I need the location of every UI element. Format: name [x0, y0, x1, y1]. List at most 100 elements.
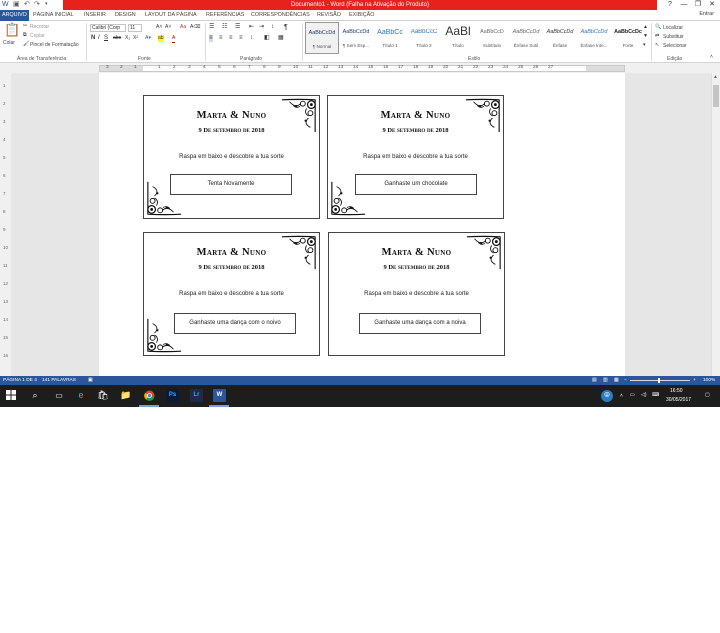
prize-box[interactable]: Ganhaste um chocolate — [355, 174, 477, 195]
restore-button[interactable]: ❐ — [691, 0, 705, 10]
multilevel-list-icon[interactable]: ☰ — [235, 24, 240, 31]
styles-scroll-down-icon[interactable]: ▼ — [643, 33, 648, 40]
format-painter-button[interactable]: Pincel de Formatação — [30, 42, 79, 48]
vertical-scrollbar[interactable]: ▲ — [711, 73, 720, 376]
select-icon[interactable]: ↖ — [655, 42, 659, 49]
italic-icon[interactable]: I — [98, 35, 100, 42]
bold-icon[interactable]: N — [91, 35, 95, 42]
style-title[interactable]: AaBl Título — [441, 22, 475, 54]
scratch-card[interactable]: Marta & Nuno 9 De setembro de 2018 Raspa… — [328, 232, 505, 356]
change-case-icon[interactable]: Aa — [180, 24, 186, 31]
show-formatting-icon[interactable]: ¶ — [284, 24, 288, 31]
undo-icon[interactable]: ↶ — [24, 1, 31, 8]
underline-icon[interactable]: S — [104, 35, 108, 42]
style-subtitle[interactable]: AaBbCcD Subtítulo — [475, 22, 509, 54]
shrink-font-icon[interactable]: A˅ — [165, 24, 171, 31]
read-mode-icon[interactable]: ▤ — [592, 376, 597, 385]
task-view-icon[interactable]: ▭ — [52, 388, 66, 402]
style-no-spacing[interactable]: AaBbCcDd ¶ Sem Esp... — [339, 22, 373, 54]
text-effects-icon[interactable]: A▾ — [145, 35, 151, 42]
align-left-icon[interactable]: ≡ — [209, 35, 213, 42]
copy-icon[interactable]: ⧉ — [23, 32, 27, 39]
word-icon[interactable]: W — [213, 389, 226, 402]
replace-icon[interactable]: ⇄ — [655, 33, 659, 40]
tab-referencias[interactable]: REFERÊNCIAS — [206, 10, 244, 21]
keyboard-icon[interactable]: ⌨ — [652, 392, 659, 398]
sign-in-link[interactable]: Entrar — [699, 11, 714, 17]
style-strong[interactable]: AaBbCcDc Forte — [611, 22, 645, 54]
style-normal[interactable]: AaBbCcDd ¶ Normal — [305, 22, 339, 54]
close-button[interactable]: ✕ — [705, 0, 719, 10]
style-heading-1[interactable]: AaBbCc Título 1 — [373, 22, 407, 54]
tray-app-icon[interactable]: ⦾ — [601, 390, 613, 402]
line-spacing-icon[interactable]: ↕ — [250, 35, 253, 42]
clock-time[interactable]: 16:50 — [670, 388, 683, 394]
find-icon[interactable]: 🔍 — [655, 24, 661, 31]
page-count[interactable]: PÁGINA 1 DE 4 — [3, 376, 37, 385]
scrollbar-thumb[interactable] — [713, 85, 719, 107]
sort-icon[interactable]: ↕ — [271, 24, 274, 31]
styles-more-icon[interactable]: ▾ — [643, 42, 646, 49]
zoom-out-button[interactable]: − — [624, 376, 627, 385]
grow-font-icon[interactable]: A˄ — [156, 24, 162, 31]
windows-start-icon[interactable] — [4, 388, 18, 402]
superscript-icon[interactable]: X² — [133, 35, 138, 42]
proofing-icon[interactable]: ▣ — [88, 376, 93, 385]
align-right-icon[interactable]: ≡ — [229, 35, 233, 42]
save-icon[interactable]: ▣ — [13, 1, 20, 8]
tab-pagina-inicial[interactable]: PÁGINA INICIAL — [33, 10, 73, 21]
tab-exibicao[interactable]: EXIBIÇÃO — [349, 10, 374, 21]
cut-button[interactable]: Recortar — [30, 24, 49, 30]
redo-icon[interactable]: ↷ — [34, 1, 41, 8]
borders-icon[interactable]: ▦ — [278, 35, 284, 42]
clock-date[interactable]: 30/05/2017 — [666, 397, 691, 403]
prize-box[interactable]: Ganhaste uma dança com o noivo — [174, 313, 296, 334]
tab-inserir[interactable]: INSERIR — [84, 10, 106, 21]
collapse-ribbon-icon[interactable]: ˄ — [710, 54, 713, 61]
align-center-icon[interactable]: ≡ — [219, 35, 223, 42]
justify-icon[interactable]: ≡ — [239, 35, 243, 42]
lightroom-icon[interactable]: Lr — [190, 389, 203, 402]
font-name-combo[interactable]: Calibri (Corp — [90, 24, 126, 32]
paste-button[interactable]: Colar — [3, 40, 15, 46]
quick-access-dropdown-icon[interactable]: ▾ — [45, 1, 52, 8]
search-icon[interactable]: ⌕ — [28, 388, 42, 402]
scratch-card[interactable]: Marta & Nuno 9 De setembro de 2018 Raspa… — [143, 95, 320, 219]
minimize-button[interactable]: — — [677, 0, 691, 10]
decrease-indent-icon[interactable]: ⇤ — [249, 24, 254, 31]
paste-icon[interactable]: 📋 — [4, 23, 20, 36]
tab-revisao[interactable]: REVISÃO — [317, 10, 341, 21]
copy-button[interactable]: Copiar — [30, 33, 45, 39]
font-color-icon[interactable]: A — [172, 35, 176, 43]
zoom-slider-handle[interactable] — [658, 378, 660, 383]
numbering-icon[interactable]: ☷ — [222, 24, 227, 31]
font-size-combo[interactable]: 11 — [128, 24, 142, 32]
scroll-up-icon[interactable]: ▲ — [713, 74, 718, 80]
style-heading-2[interactable]: AaBbCcC Título 2 — [407, 22, 441, 54]
chrome-icon[interactable] — [142, 388, 156, 402]
select-button[interactable]: Selecionar — [663, 43, 687, 49]
tab-correspondencias[interactable]: CORRESPONDÊNCIAS — [251, 10, 310, 21]
edge-icon[interactable]: e — [74, 388, 88, 402]
highlight-icon[interactable]: ab — [158, 35, 164, 42]
shading-icon[interactable]: ◧ — [264, 35, 270, 42]
tab-arquivo[interactable]: ARQUIVO — [0, 10, 29, 21]
network-icon[interactable]: ▭ — [630, 392, 635, 398]
zoom-slider[interactable] — [630, 380, 690, 381]
tray-chevron-icon[interactable]: ˄ — [620, 393, 623, 399]
strikethrough-icon[interactable]: abc — [113, 35, 121, 42]
zoom-level[interactable]: 100% — [703, 376, 715, 385]
style-emphasis[interactable]: AaBbCcDd Ênfase — [543, 22, 577, 54]
bullets-icon[interactable]: ☰ — [209, 24, 214, 31]
prize-box[interactable]: Tenta Novamente — [170, 174, 292, 195]
zoom-in-button[interactable]: + — [693, 376, 696, 385]
web-layout-icon[interactable]: ▦ — [614, 376, 619, 385]
replace-button[interactable]: Substituir — [663, 34, 684, 40]
tab-design[interactable]: DESIGN — [115, 10, 136, 21]
increase-indent-icon[interactable]: ⇥ — [259, 24, 264, 31]
style-intense-emphasis[interactable]: AaBbCcDd Ênfase Inte... — [577, 22, 611, 54]
cut-icon[interactable]: ✂ — [23, 23, 27, 30]
help-icon[interactable]: ? — [663, 0, 677, 10]
word-count[interactable]: 141 PALAVRAS — [42, 376, 76, 385]
scratch-card[interactable]: Marta & Nuno 9 De setembro de 2018 Raspa… — [327, 95, 504, 219]
